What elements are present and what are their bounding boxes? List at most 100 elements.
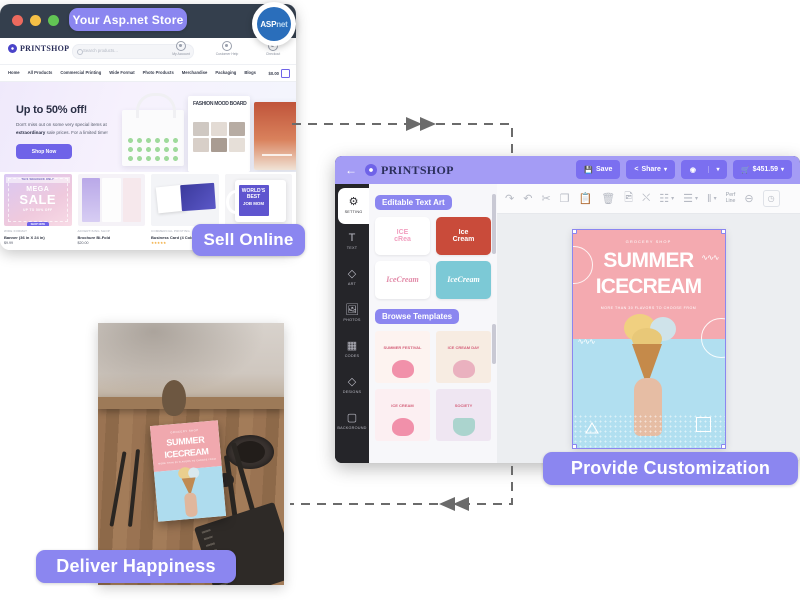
storefront-window: PRINTSHOP Search products... My Account … [0, 4, 296, 250]
mug-artwork: WORLD'S BEST JOB MOM [238, 185, 269, 216]
chevron-down-icon: ▾ [663, 167, 667, 173]
undo-icon[interactable]: ↶ [523, 192, 532, 205]
rail-item-text[interactable]: T TEXT [335, 224, 369, 260]
help-icon [222, 41, 232, 51]
resize-handle-br[interactable] [720, 443, 725, 448]
share-label: Share [641, 166, 661, 173]
aspnet-logo-net: net [276, 19, 288, 29]
printshop-mark-icon [8, 44, 17, 53]
badge-sell-online: Sell Online [192, 224, 305, 256]
resize-handle-tr[interactable] [720, 229, 725, 234]
rail-item-setting[interactable]: ⚙ SETTING [338, 188, 369, 224]
paste-icon[interactable]: 📋 [579, 192, 593, 205]
rail-item-codes[interactable]: ▦ CODES [335, 332, 369, 368]
redo-icon[interactable]: ↷ [505, 192, 514, 205]
editor-header-actions: 💾 Save < Share ▾ ◉ ▾ 🛒 $451.59 ▾ [576, 160, 792, 179]
rail-item-art[interactable]: ◇ ART [335, 260, 369, 296]
product-image-mug: WORLD'S BEST JOB MOM [224, 174, 292, 226]
image-icon[interactable]: 🖻 [624, 189, 633, 208]
photos-icon: 🖼 [345, 304, 359, 317]
flyer-icecream-art [175, 466, 205, 518]
zoom-out-icon[interactable]: ⊖ [744, 192, 753, 205]
editor-logo[interactable]: PRINTSHOP [365, 163, 454, 178]
text-art-tile[interactable]: IceCream [436, 261, 491, 299]
poster-design[interactable]: ∿∿∿ ∿∿∿ GROCERY SHOP SUMMER ICECREAM MOR… [571, 228, 726, 449]
hero-description: Don't miss out on some very special item… [16, 122, 108, 136]
cart-price-button[interactable]: 🛒 $451.59 ▾ [732, 160, 792, 179]
menu-item-wide-format[interactable]: Wide Format [109, 70, 134, 75]
menu-item-photo-products[interactable]: Photo Products [143, 70, 174, 75]
cut-icon[interactable]: ✂ [541, 192, 550, 205]
canvas-stage: PRINTSHOP Search products... My Account … [0, 0, 800, 600]
menu-item-packaging[interactable]: Packaging [215, 70, 236, 75]
align-horizontal-icon[interactable]: ☷ ▾ [659, 192, 674, 205]
share-icon: < [634, 166, 639, 173]
rail-label: BACKGROUND [337, 426, 367, 431]
delete-icon[interactable]: 🗑 [601, 192, 615, 205]
back-arrow-icon[interactable]: ← [345, 164, 357, 176]
connector-top [292, 123, 513, 158]
product-image-business-card [151, 174, 219, 226]
shop-now-button[interactable]: Shop Now [16, 144, 72, 159]
save-button[interactable]: 💾 Save [576, 160, 621, 179]
perf-line-button[interactable]: Perf Line [726, 192, 736, 205]
menu-item-home[interactable]: Home [8, 70, 20, 75]
ta-line-1: Ice [386, 275, 397, 284]
rail-item-designs[interactable]: ◇ DESIGNS [335, 368, 369, 404]
template-tile[interactable]: ICE CREAM DAY [436, 331, 491, 383]
text-art-tile[interactable]: IceCream [436, 217, 491, 255]
nav-action-customer-help[interactable]: Customer Help [210, 41, 244, 56]
cart-widget[interactable]: $0.00 [269, 69, 290, 78]
mug-shape: WORLD'S BEST JOB MOM [225, 180, 286, 222]
product-card[interactable]: THIS WEEKEND ONLY MEGA SALE UP TO 50% OF… [4, 174, 72, 250]
resize-handle-bl[interactable] [572, 443, 577, 448]
template-tile[interactable]: ICE CREAM [375, 389, 430, 441]
ta-line-1: Ice [447, 275, 458, 284]
storefront-logo[interactable]: PRINTSHOP [8, 44, 69, 53]
rail-label: SETTING [344, 210, 363, 215]
chevron-down-icon: ▾ [780, 167, 784, 173]
product-price: $20.00 [77, 241, 89, 245]
resize-handle-tl[interactable] [572, 229, 577, 234]
editor-body: ⚙ SETTING T TEXT ◇ ART 🖼 PHOTOS ▦ CODES … [335, 184, 800, 463]
nav-action-my-account[interactable]: My Account [164, 41, 198, 56]
moodboard-title: FASHION MOOD BOARD [193, 101, 247, 107]
crop-icon[interactable]: ⛌ [642, 192, 650, 205]
rail-item-background[interactable]: ▢ BACKGROUND [335, 404, 369, 440]
poster-kicker: GROCERY SHOP [625, 238, 672, 244]
template-tile[interactable]: SUMMER FESTIVAL [375, 331, 430, 383]
mega-line-3: UP TO 50% OFF [23, 208, 53, 212]
panel-scrollbar[interactable] [492, 194, 496, 254]
menu-item-all-products[interactable]: All Products [28, 70, 53, 75]
maximize-traffic-light[interactable] [48, 15, 59, 26]
product-image-banner: THIS WEEKEND ONLY MEGA SALE UP TO 50% OF… [4, 174, 72, 226]
product-name: Banner (36 in X 24 in) [4, 234, 45, 240]
minimize-traffic-light[interactable] [30, 15, 41, 26]
product-card[interactable]: ADVERTISING SHOP Brochure Bi-Fold $20.00 [77, 174, 145, 250]
canvas-area[interactable]: ∿∿∿ ∿∿∿ GROCERY SHOP SUMMER ICECREAM MOR… [497, 214, 800, 463]
share-button[interactable]: < Share ▾ [626, 160, 675, 179]
copy-icon[interactable]: ❐ [560, 192, 570, 205]
printshop-mark-icon [365, 164, 377, 176]
text-art-tile[interactable]: ICE cRea [375, 217, 430, 255]
cart-total: $0.00 [268, 71, 279, 76]
gear-icon: ⚙ [348, 196, 359, 209]
close-traffic-light[interactable] [12, 15, 23, 26]
panel-scrollbar-secondary[interactable] [492, 324, 496, 364]
template-tile[interactable]: SOCIETY [436, 389, 491, 441]
distribute-icon[interactable]: ‖ ▾ [707, 193, 717, 205]
menu-item-commercial-printing[interactable]: Commercial Printing [60, 70, 101, 75]
nav-action-label: My Account [172, 52, 190, 56]
artisan-flyer-image [254, 102, 296, 170]
brand-name: PRINTSHOP [20, 44, 70, 53]
history-icon[interactable]: ◷ [762, 190, 780, 207]
product-image-brochure [77, 174, 145, 226]
align-vertical-icon[interactable]: ☰ ▾ [683, 192, 698, 205]
text-art-tile[interactable]: IceCream [375, 261, 430, 299]
design-editor-window: ← PRINTSHOP 💾 Save < Share ▾ ◉ ▾ 🛒 $451.… [335, 156, 800, 463]
menu-item-merchandise[interactable]: Merchandise [182, 70, 208, 75]
account-menu-button[interactable]: ◉ ▾ [680, 160, 727, 179]
menu-item-blogs[interactable]: Blogs [244, 70, 256, 75]
storefront-navbar: PRINTSHOP Search products... My Account … [0, 38, 296, 65]
rail-item-photos[interactable]: 🖼 PHOTOS [335, 296, 369, 332]
